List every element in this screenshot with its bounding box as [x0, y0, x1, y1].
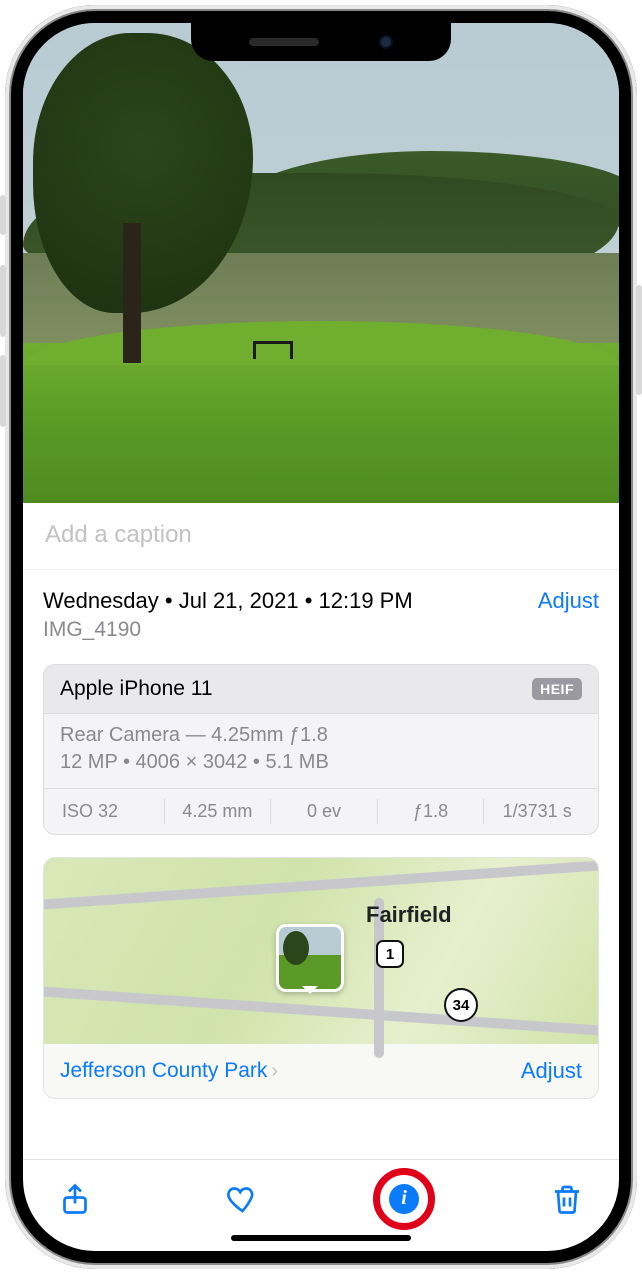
camera-info-card: Apple iPhone 11 HEIF Rear Camera — 4.25m…	[43, 664, 599, 835]
exif-ev: 0 ev	[271, 799, 378, 824]
adjust-location-button[interactable]: Adjust	[521, 1058, 582, 1084]
mute-switch	[0, 195, 6, 235]
phone-frame: Wednesday • Jul 21, 2021 • 12:19 PM Adju…	[5, 5, 637, 1269]
photo-filename: IMG_4190	[43, 618, 599, 642]
location-card: Fairfield 1 34 Jefferson County Park› Ad…	[43, 857, 599, 1099]
adjust-datetime-button[interactable]: Adjust	[538, 588, 599, 614]
info-icon: i	[389, 1184, 419, 1214]
heart-icon	[223, 1181, 259, 1217]
info-button[interactable]: i	[389, 1184, 419, 1214]
volume-down-button	[0, 355, 6, 427]
favorite-button[interactable]	[223, 1181, 259, 1217]
caption-input[interactable]	[45, 521, 597, 549]
route-badge-34: 34	[444, 988, 478, 1022]
share-button[interactable]	[57, 1181, 93, 1217]
exif-iso: ISO 32	[52, 799, 165, 824]
caption-row	[23, 503, 619, 570]
exif-aperture: ƒ1.8	[378, 799, 485, 824]
photo-preview[interactable]	[23, 23, 619, 503]
screen: Wednesday • Jul 21, 2021 • 12:19 PM Adju…	[23, 23, 619, 1251]
device-name: Apple iPhone 11	[60, 677, 213, 701]
exif-shutter: 1/3731 s	[484, 799, 590, 824]
map-city-label: Fairfield	[366, 902, 452, 928]
exif-row: ISO 32 4.25 mm 0 ev ƒ1.8 1/3731 s	[44, 789, 598, 834]
photo-datetime: Wednesday • Jul 21, 2021 • 12:19 PM	[43, 588, 413, 614]
trash-icon	[549, 1181, 585, 1217]
share-icon	[57, 1181, 93, 1217]
exif-focal: 4.25 mm	[165, 799, 272, 824]
home-indicator[interactable]	[231, 1235, 411, 1241]
power-button	[636, 285, 642, 395]
date-row: Wednesday • Jul 21, 2021 • 12:19 PM Adju…	[43, 588, 599, 614]
location-name-button[interactable]: Jefferson County Park›	[60, 1059, 278, 1083]
info-panel: Wednesday • Jul 21, 2021 • 12:19 PM Adju…	[23, 570, 619, 1159]
photo-location-pin[interactable]	[276, 924, 344, 992]
lens-info: Rear Camera — 4.25mm ƒ1.8	[60, 724, 582, 747]
route-badge-1: 1	[376, 940, 404, 968]
location-map[interactable]: Fairfield 1 34	[44, 858, 598, 1044]
chevron-right-icon: ›	[271, 1060, 278, 1082]
format-badge: HEIF	[532, 678, 582, 700]
image-specs: 12 MP • 4006 × 3042 • 5.1 MB	[60, 751, 582, 774]
location-name-label: Jefferson County Park	[60, 1059, 267, 1082]
volume-up-button	[0, 265, 6, 337]
delete-button[interactable]	[549, 1181, 585, 1217]
notch	[191, 23, 451, 61]
